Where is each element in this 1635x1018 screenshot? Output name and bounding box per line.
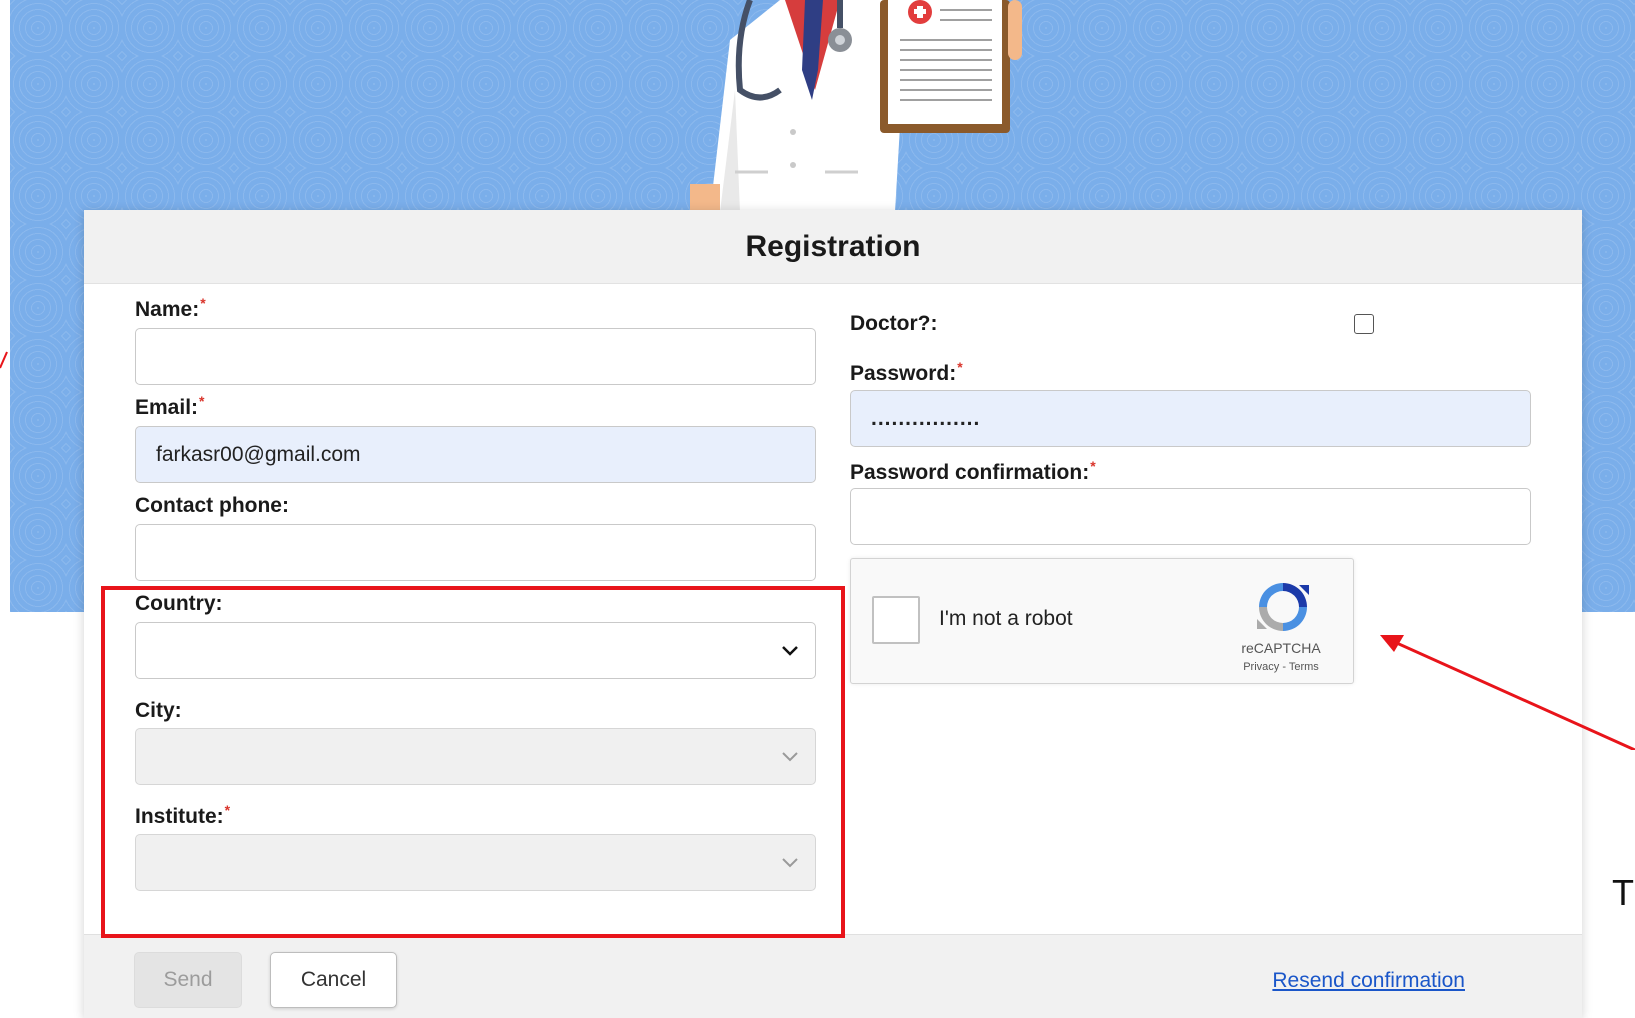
modal-footer: Send Cancel Resend confirmation: [84, 934, 1582, 1018]
doctor-label: Doctor?:: [850, 312, 938, 335]
password-input[interactable]: ................: [850, 390, 1531, 447]
annotation-highlight-box: [101, 586, 845, 938]
cancel-button[interactable]: Cancel: [270, 952, 397, 1008]
recaptcha-brand: reCAPTCHA: [1241, 640, 1321, 656]
annotation-arrow-left-tip: [0, 351, 8, 369]
doctor-checkbox[interactable]: [1354, 314, 1374, 334]
recaptcha-checkbox[interactable]: [872, 596, 920, 644]
recaptcha-privacy-terms[interactable]: Privacy - Terms: [1221, 661, 1341, 673]
password-label: Password:*: [850, 359, 963, 385]
resend-confirmation-link[interactable]: Resend confirmation: [1272, 969, 1465, 993]
phone-input[interactable]: [135, 524, 816, 581]
modal-title: Registration: [745, 229, 921, 263]
recaptcha-widget: I'm not a robot reCAPTCHA Privacy - Term…: [850, 558, 1354, 684]
overlay-text: Th: [1612, 872, 1635, 913]
email-input[interactable]: farkasr00@gmail.com: [135, 426, 816, 483]
modal-header: Registration: [84, 210, 1582, 284]
doctor-illustration: [690, 0, 1022, 212]
recaptcha-label: I'm not a robot: [939, 607, 1073, 630]
name-input[interactable]: [135, 328, 816, 385]
send-button[interactable]: Send: [134, 952, 242, 1008]
password-confirmation-input[interactable]: [850, 488, 1531, 545]
phone-label: Contact phone:: [135, 494, 289, 517]
annotation-arrow: [1380, 635, 1635, 750]
left-edge-strip: [0, 0, 10, 1018]
email-label: Email:*: [135, 393, 205, 419]
password-confirmation-label: Password confirmation:*: [850, 458, 1096, 484]
name-label: Name:*: [135, 295, 206, 321]
recaptcha-icon: [1257, 583, 1309, 631]
